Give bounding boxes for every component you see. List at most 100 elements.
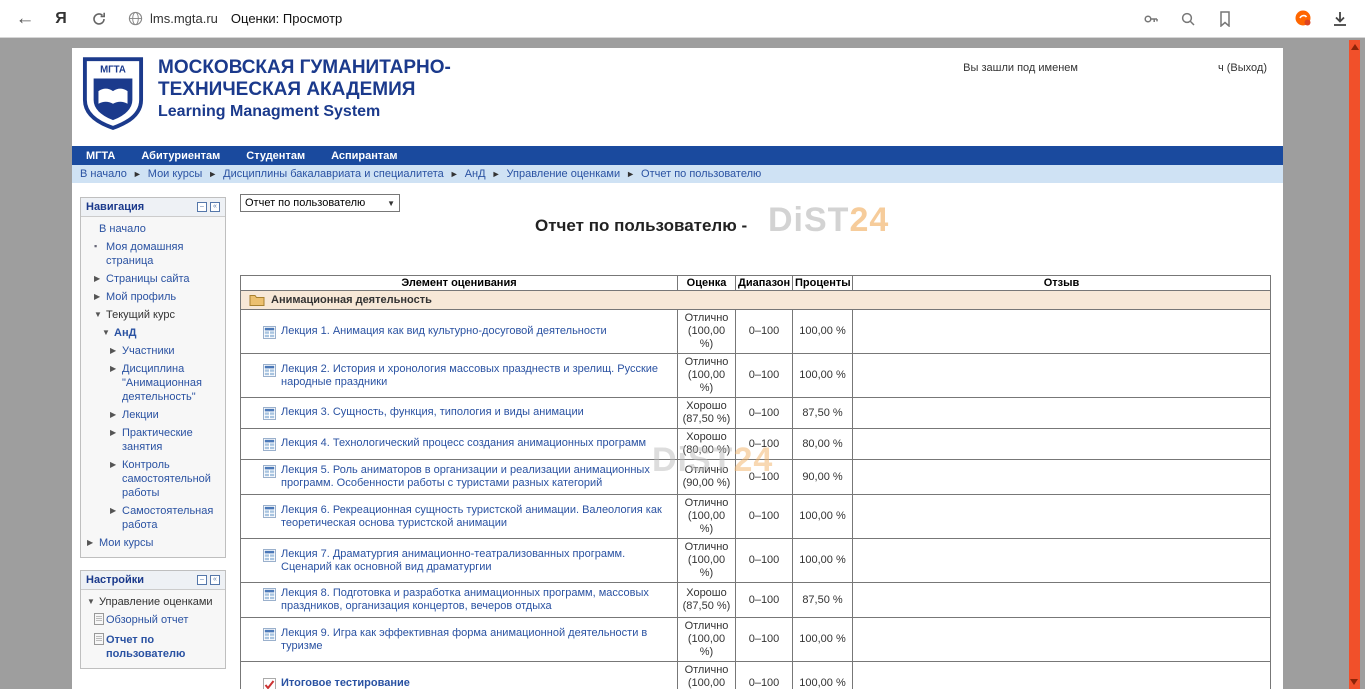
breadcrumb-item[interactable]: АнД [465,168,486,180]
extension-notification-icon[interactable] [1292,8,1314,30]
grade-item-name[interactable]: Лекция 3. Сущность, функция, типология и… [281,406,584,419]
sidebar-link[interactable]: Страницы сайта [106,272,190,286]
sidebar-link[interactable]: Лекции [122,408,159,422]
refresh-button[interactable] [88,8,110,30]
sidebar-link[interactable]: Обзорный отчет [106,613,188,627]
topnav-item[interactable]: Аспирантам [331,150,397,162]
breadcrumb-item[interactable]: Отчет по пользователю [641,168,761,180]
navigation-block-title: Навигация [86,201,197,213]
grade-item-name[interactable]: Лекция 1. Анимация как вид культурно-дос… [281,325,607,338]
grade-word-percent: (100,00 %) [680,325,733,351]
download-icon[interactable] [1329,8,1351,30]
breadcrumb-item[interactable]: Мои курсы [148,168,202,180]
sidebar-link[interactable]: АнД [114,326,136,340]
tree-expand-icon[interactable]: ▶ [110,344,122,357]
block-collapse-icon[interactable]: – [197,202,207,212]
column-header: Отзыв [853,276,1271,291]
block-collapse-icon[interactable]: – [197,575,207,585]
grade-word: Отлично [680,620,733,633]
grade-range: 0–100 [736,398,793,429]
logout-link[interactable]: ч (Выход) [1218,62,1267,74]
report-type-select[interactable]: Отчет по пользователю ▼ [240,194,400,212]
grade-percent: 100,00 % [793,662,853,689]
grade-item-name[interactable]: Итоговое тестирование [281,677,410,689]
breadcrumb-item[interactable]: В начало [80,168,127,180]
topnav-item[interactable]: Абитуриентам [141,150,220,162]
grade-percent: 100,00 % [793,539,853,583]
lesson-icon [263,326,276,339]
scroll-up-icon[interactable] [1351,44,1359,50]
back-button[interactable]: ← [14,8,36,30]
sidebar-link[interactable]: В начало [99,222,146,236]
main-area: Отчет по пользователю ▼ Отчет по пользов… [240,183,1275,689]
block-dock-icon[interactable]: « [210,575,220,585]
tree-collapse-icon[interactable]: ▼ [94,308,106,321]
tree-collapse-icon[interactable]: ▼ [87,595,99,608]
tree-expand-icon[interactable]: ▶ [110,408,122,421]
tree-expand-icon[interactable]: ▶ [94,290,106,303]
lesson-icon [263,549,276,562]
sidebar-link[interactable]: Контроль самостоятельной работы [122,458,221,500]
grade-value-cell: Отлично(100,00 %) [678,354,736,398]
grade-item-name[interactable]: Лекция 5. Роль аниматоров в организации … [281,464,673,490]
grade-row: Лекция 5. Роль аниматоров в организации … [241,460,1271,495]
scrollbar[interactable] [1349,40,1360,689]
tree-expand-icon[interactable]: ▶ [110,362,122,375]
grade-item-name[interactable]: Лекция 4. Технологический процесс создан… [281,437,646,450]
grade-percent: 87,50 % [793,583,853,618]
grade-word: Отлично [680,497,733,510]
grade-word-percent: (87,50 %) [680,600,733,613]
password-key-icon[interactable] [1140,8,1162,30]
grade-item-name[interactable]: Лекция 2. История и хронология массовых … [281,363,673,389]
sidebar-link[interactable]: Самостоятельная работа [122,504,221,532]
sidebar-link[interactable]: Мои курсы [99,536,153,550]
tree-expand-icon[interactable]: ▶ [94,272,106,285]
breadcrumb-item[interactable]: Дисциплины бакалавриата и специалитета [223,168,444,180]
yandex-browser-icon[interactable]: Я [50,8,72,30]
grade-range: 0–100 [736,662,793,689]
lesson-icon [263,505,276,518]
scroll-down-icon[interactable] [1350,679,1358,685]
sidebar-link[interactable]: Практические занятия [122,426,221,454]
topnav-item[interactable]: МГТА [86,150,115,162]
grade-item-name[interactable]: Лекция 9. Игра как эффективная форма ани… [281,627,673,653]
grade-value-cell: Отлично(100,00 %) [678,618,736,662]
grade-item-name[interactable]: Лекция 7. Драматургия анимационно-театра… [281,548,673,574]
bookmark-icon[interactable] [1214,8,1236,30]
search-icon[interactable] [1177,8,1199,30]
grade-percent: 100,00 % [793,354,853,398]
grade-row: Лекция 2. История и хронология массовых … [241,354,1271,398]
breadcrumb-item[interactable]: Управление оценками [507,168,621,180]
sidebar-item: ▶Страницы сайта [81,270,225,288]
address-bar[interactable]: lms.mgta.ru Оценки: Просмотр [128,11,342,26]
sidebar-link[interactable]: Мой профиль [106,290,176,304]
document-icon [94,633,106,649]
sidebar-item: ▶Мои курсы [81,534,225,552]
sidebar-link[interactable]: Моя домашняя страница [106,240,221,268]
academy-title-line2: ТЕХНИЧЕСКАЯ АКАДЕМИЯ [158,79,451,101]
block-dock-icon[interactable]: « [210,202,220,212]
tab-title: Оценки: Просмотр [231,11,342,26]
screen: ← Я lms.mgta.ru Оценки: Просмотр [0,0,1365,689]
breadcrumb-separator: ► [492,169,501,179]
sidebar-link[interactable]: Участники [122,344,175,358]
sidebar-link[interactable]: Дисциплина "Анимационная деятельность" [122,362,221,404]
lesson-icon [263,364,276,377]
grade-value-cell: Отлично(90,00 %) [678,460,736,495]
grade-word: Хорошо [680,400,733,413]
sidebar-item: ▼Управление оценками [81,593,225,611]
tree-expand-icon[interactable]: ▶ [87,536,99,549]
sidebar-link[interactable]: Отчет по пользователю [106,633,221,661]
grade-item-name[interactable]: Лекция 8. Подготовка и разработка анимац… [281,587,673,613]
grade-item-name[interactable]: Лекция 6. Рекреационная сущность туристс… [281,504,673,530]
grade-table: Элемент оцениванияОценкаДиапазонПроценты… [240,275,1271,689]
grade-word: Отлично [680,464,733,477]
tree-expand-icon[interactable]: ▶ [110,458,122,471]
tree-expand-icon[interactable]: ▶ [110,504,122,517]
breadcrumb-separator: ► [626,169,635,179]
tree-collapse-icon[interactable]: ▼ [102,326,114,339]
tree-expand-icon[interactable]: ▶ [110,426,122,439]
grade-range: 0–100 [736,583,793,618]
topnav-item[interactable]: Студентам [246,150,305,162]
breadcrumb: В начало ► Мои курсы ► Дисциплины бакалавриа… [72,165,1283,183]
